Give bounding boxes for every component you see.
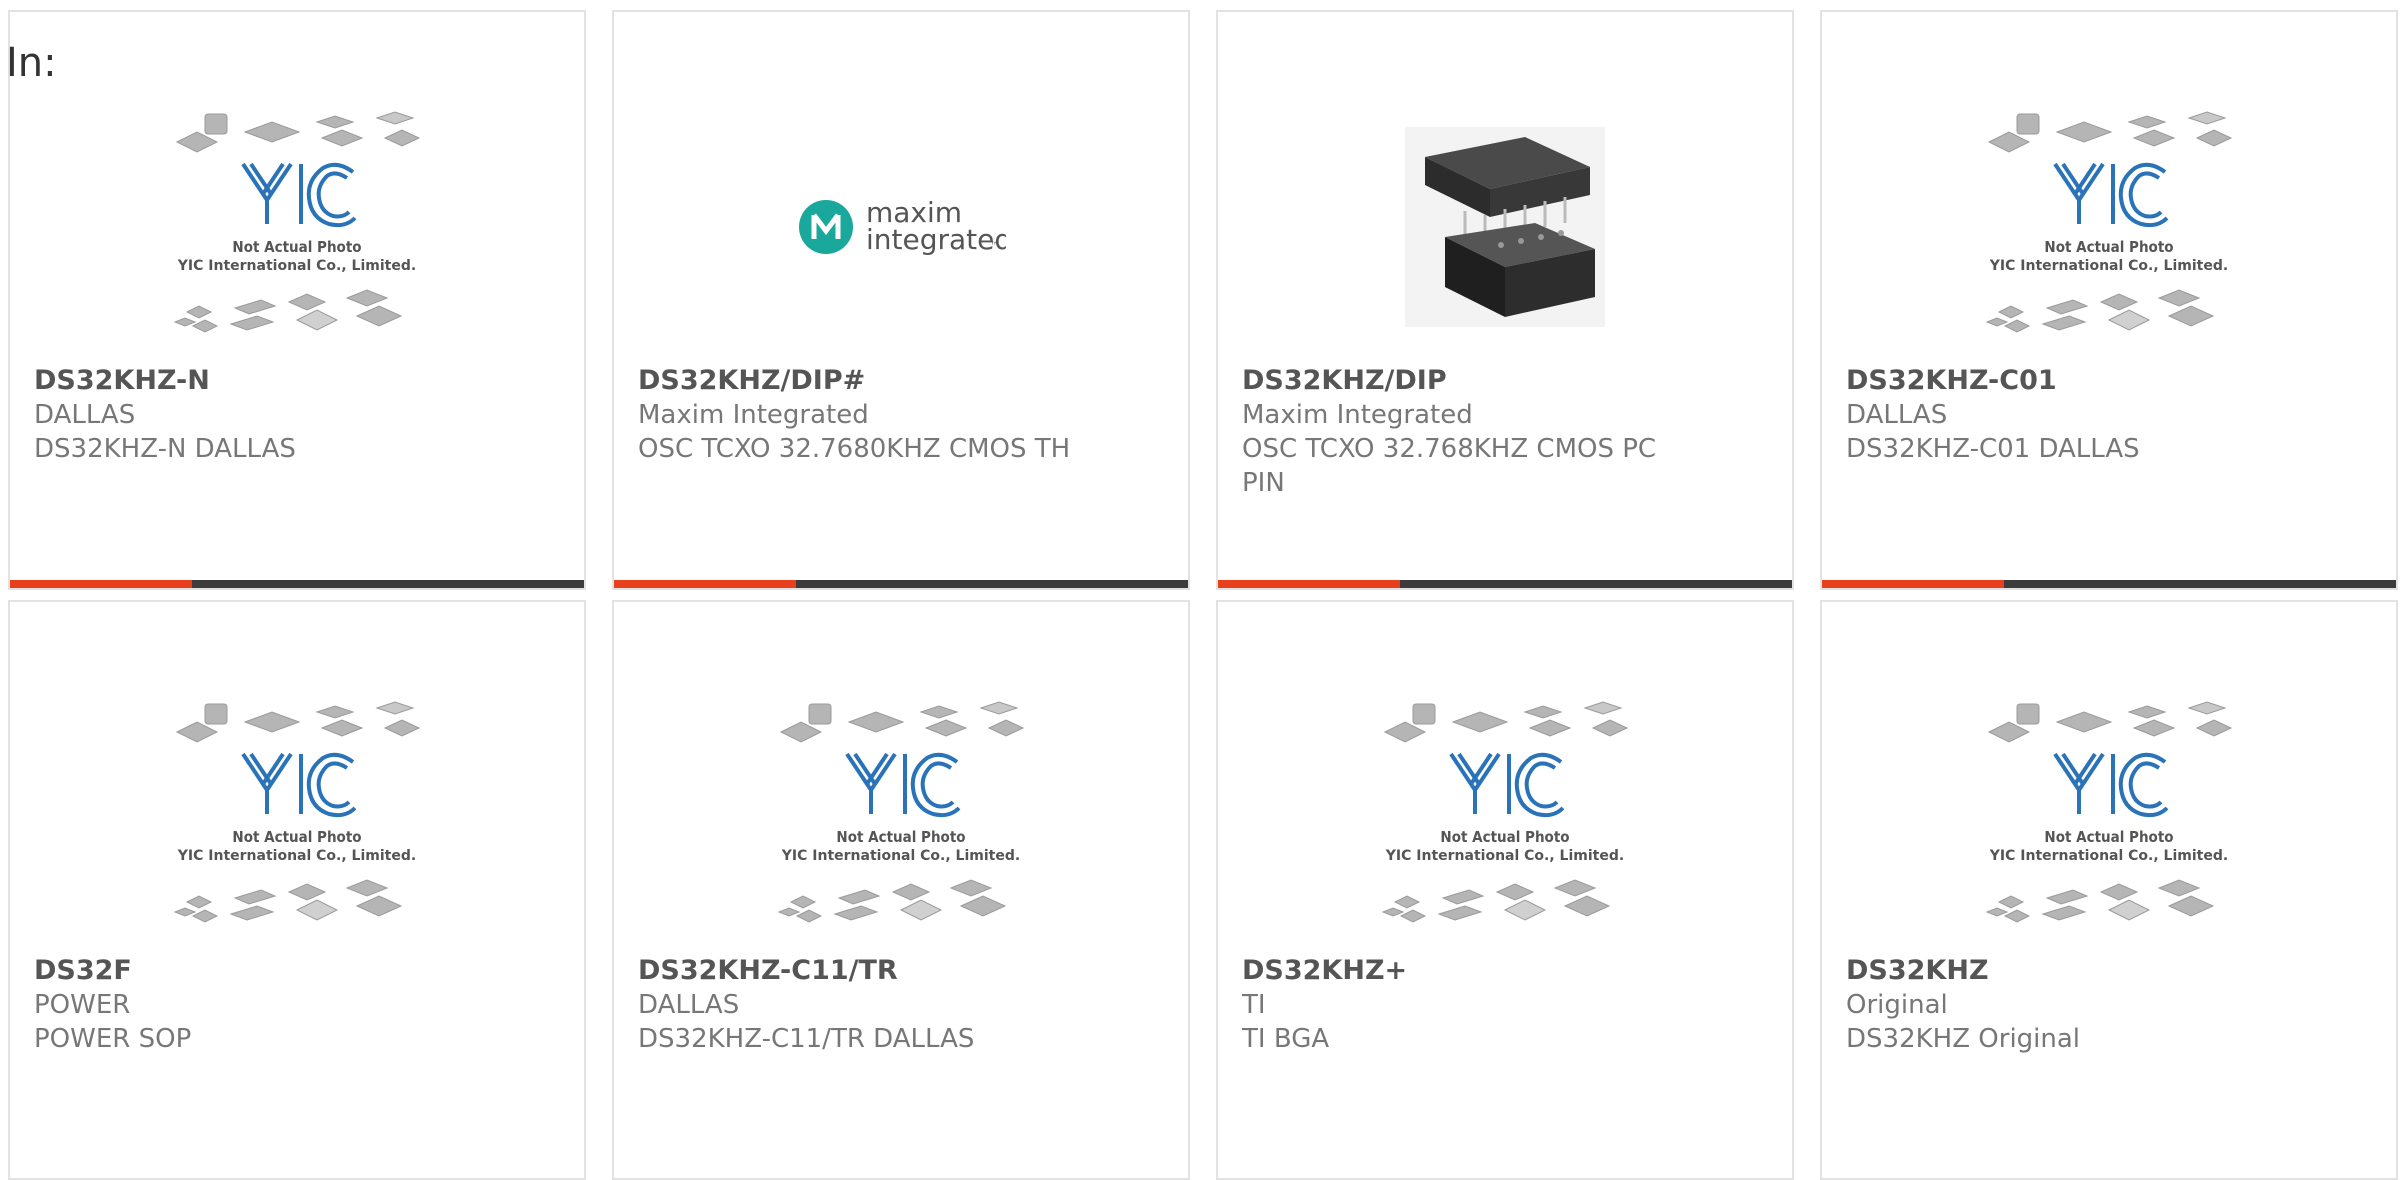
card-bottom-bar [1822, 580, 2396, 588]
description: TI BGA [1242, 1024, 1330, 1054]
card-bottom-bar [614, 580, 1188, 588]
placeholder-line2: YIC International Co., Limited. [177, 848, 416, 864]
part-number-link[interactable]: DS32F [34, 954, 560, 988]
product-image[interactable]: Not Actual Photo YIC International Co., … [1218, 692, 1792, 942]
not-actual-photo-image: Not Actual Photo YIC International Co., … [1381, 701, 1629, 923]
placeholder-line1: Not Actual Photo [2044, 238, 2173, 256]
placeholder-line1: Not Actual Photo [2044, 828, 2173, 846]
product-image[interactable]: maxim integrated ™ [614, 102, 1188, 352]
placeholder-line1: Not Actual Photo [1440, 828, 1569, 846]
product-card[interactable]: Not Actual Photo YIC International Co., … [1216, 600, 1794, 1180]
description: DS32KHZ-C01 DALLAS [1846, 434, 2140, 464]
manufacturer: DALLAS [638, 990, 740, 1020]
product-card[interactable]: maxim integrated ™ DS32KHZ/DIP# Maxim Int… [612, 10, 1190, 590]
part-number-link[interactable]: DS32KHZ-N [34, 364, 560, 398]
product-info: DS32KHZ-C11/TR DALLAS DS32KHZ-C11/TR DALLA… [638, 954, 1164, 1056]
product-card[interactable]: Not Actual Photo YIC International Co., … [8, 10, 586, 590]
placeholder-line2: YIC International Co., Limited. [1989, 258, 2228, 274]
manufacturer: DALLAS [34, 400, 136, 430]
description: POWER SOP [34, 1024, 192, 1054]
in-label: In: [6, 40, 57, 86]
not-actual-photo-image: Not Actual Photo YIC International Co., … [1985, 701, 2233, 923]
product-card[interactable]: Not Actual Photo YIC International Co., … [8, 600, 586, 1180]
not-actual-photo-image: Not Actual Photo YIC International Co., … [173, 111, 421, 333]
product-info: DS32KHZ+ TI TI BGA [1242, 954, 1768, 1056]
card-bottom-bar [1218, 580, 1792, 588]
product-info: DS32KHZ Original DS32KHZ Original [1846, 954, 2372, 1056]
part-number-link[interactable]: DS32KHZ [1846, 954, 2372, 988]
card-bottom-bar [10, 580, 584, 588]
placeholder-line2: YIC International Co., Limited. [177, 258, 416, 274]
not-actual-photo-image: Not Actual Photo YIC International Co., … [777, 701, 1025, 923]
part-number-link[interactable]: DS32KHZ-C11/TR [638, 954, 1164, 988]
placeholder-line2: YIC International Co., Limited. [1989, 848, 2228, 864]
placeholder-line1: Not Actual Photo [836, 828, 965, 846]
not-actual-photo-image: Not Actual Photo YIC International Co., … [173, 701, 421, 923]
card-accent-bar [10, 580, 192, 588]
product-info: DS32KHZ-C01 DALLAS DS32KHZ-C01 DALLAS [1846, 364, 2372, 466]
description: DS32KHZ-N DALLAS [34, 434, 296, 464]
placeholder-line2: YIC International Co., Limited. [1385, 848, 1624, 864]
manufacturer: Maxim Integrated [638, 400, 869, 430]
product-info: DS32F POWER POWER SOP [34, 954, 560, 1056]
card-accent-bar [1218, 580, 1400, 588]
manufacturer: Original [1846, 990, 1948, 1020]
product-card[interactable]: Not Actual Photo YIC International Co., … [1820, 600, 2398, 1180]
manufacturer: TI [1242, 990, 1266, 1020]
product-image[interactable]: Not Actual Photo YIC International Co., … [1822, 102, 2396, 352]
description: DS32KHZ Original [1846, 1024, 2081, 1054]
manufacturer: DALLAS [1846, 400, 1948, 430]
maxim-logo: maxim integrated ™ [799, 196, 1006, 256]
part-number-link[interactable]: DS32KHZ/DIP# [638, 364, 1164, 398]
not-actual-photo-image: Not Actual Photo YIC International Co., … [1985, 111, 2233, 333]
card-accent-bar [1822, 580, 2004, 588]
part-number-link[interactable]: DS32KHZ+ [1242, 954, 1768, 988]
product-image[interactable] [1218, 102, 1792, 352]
product-image[interactable]: Not Actual Photo YIC International Co., … [1822, 692, 2396, 942]
product-info: DS32KHZ/DIP# Maxim Integrated OSC TCXO 32.… [638, 364, 1164, 466]
description: OSC TCXO 32.768KHZ CMOS PC PIN [1242, 434, 1657, 498]
product-card[interactable]: DS32KHZ/DIP Maxim Integrated OSC TCXO 32.7… [1216, 10, 1794, 590]
product-image[interactable]: Not Actual Photo YIC International Co., … [10, 692, 584, 942]
card-accent-bar [614, 580, 796, 588]
description: DS32KHZ-C11/TR DALLAS [638, 1024, 975, 1054]
maxim-logo-tm: ™ [990, 241, 1000, 252]
placeholder-line1: Not Actual Photo [232, 238, 361, 256]
dip-module-photo [1405, 127, 1605, 327]
manufacturer: Maxim Integrated [1242, 400, 1473, 430]
part-number-link[interactable]: DS32KHZ-C01 [1846, 364, 2372, 398]
product-image[interactable]: Not Actual Photo YIC International Co., … [614, 692, 1188, 942]
product-info: DS32KHZ/DIP Maxim Integrated OSC TCXO 32.7… [1242, 364, 1768, 500]
product-image[interactable]: Not Actual Photo YIC International Co., … [10, 102, 584, 352]
maxim-logo-line2: integrated [866, 223, 1006, 256]
placeholder-line1: Not Actual Photo [232, 828, 361, 846]
product-card[interactable]: Not Actual Photo YIC International Co., … [1820, 10, 2398, 590]
description: OSC TCXO 32.7680KHZ CMOS TH [638, 434, 1071, 464]
product-info: DS32KHZ-N DALLAS DS32KHZ-N DALLAS [34, 364, 560, 466]
manufacturer: POWER [34, 990, 131, 1020]
placeholder-line2: YIC International Co., Limited. [781, 848, 1020, 864]
product-card[interactable]: Not Actual Photo YIC International Co., … [612, 600, 1190, 1180]
part-number-link[interactable]: DS32KHZ/DIP [1242, 364, 1768, 398]
